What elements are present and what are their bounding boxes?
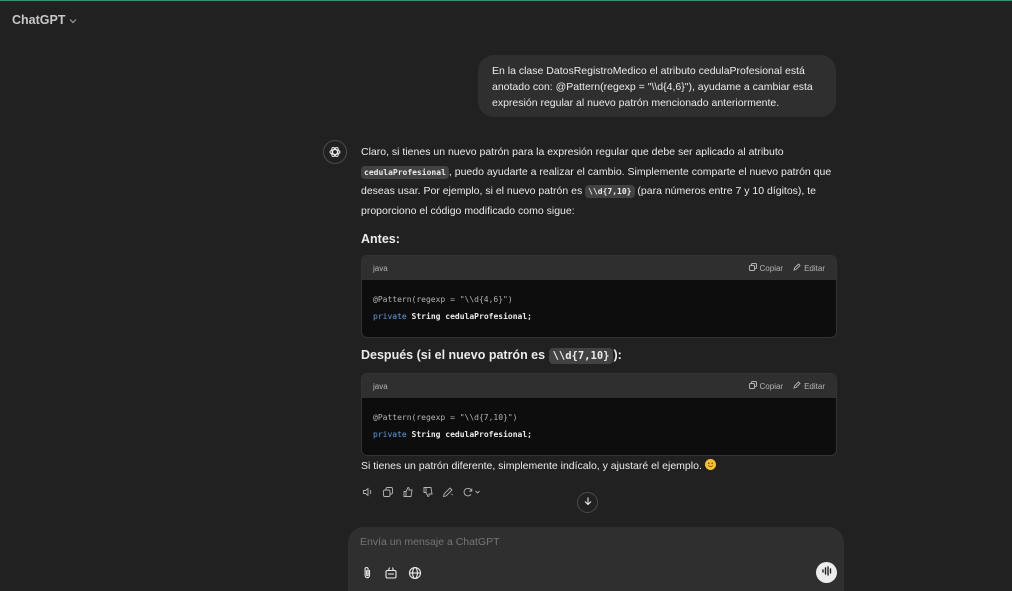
code-type: String [411, 429, 441, 439]
edit-label: Editar [804, 263, 825, 273]
code-type: String [411, 311, 441, 321]
code-block-before: java Copiar Editar @Pattern(regexp = "\\… [361, 255, 837, 338]
user-message-text: En la clase DatosRegistroMedico el atrib… [492, 65, 813, 109]
code-line: @Pattern(regexp = "\\d{4,6}") [373, 295, 513, 304]
tools-icon[interactable] [383, 565, 399, 581]
smiling-emoji-icon [704, 459, 716, 470]
intro-text-1: Claro, si tienes un nuevo patrón para la… [361, 146, 784, 158]
inline-code: \\d{7,10} [585, 185, 635, 198]
arrow-down-icon [583, 496, 593, 509]
model-name: ChatGPT [12, 13, 66, 27]
code-block-after: java Copiar Editar @Pattern(regexp = "\\… [361, 373, 837, 456]
code-lang: java [373, 263, 388, 273]
copy-code-button[interactable]: Copiar [748, 263, 784, 273]
edit-code-button[interactable]: Editar [793, 263, 825, 273]
copy-icon [748, 263, 757, 273]
speaker-icon[interactable] [361, 485, 375, 499]
voice-waveform-icon [821, 566, 833, 579]
message-actions [361, 485, 483, 499]
code-line: @Pattern(regexp = "\\d{7,10}") [373, 413, 518, 422]
heading-after-suffix: ): [613, 348, 622, 362]
code-variable: cedulaProfesional; [445, 429, 532, 439]
globe-icon[interactable] [407, 565, 423, 581]
code-content: @Pattern(regexp = "\\d{7,10}") private S… [362, 398, 836, 455]
scroll-down-button[interactable] [577, 492, 598, 513]
code-keyword: private [373, 311, 407, 321]
code-line: private String cedulaProfesional; [373, 427, 825, 444]
edit-code-button[interactable]: Editar [793, 381, 825, 391]
copy-icon [748, 381, 757, 391]
code-variable: cedulaProfesional; [445, 311, 532, 321]
inline-code: \\d{7,10} [548, 348, 614, 364]
assistant-closing: Si tienes un patrón diferente, simplemen… [361, 459, 716, 472]
edit-icon [793, 381, 801, 391]
paperclip-icon[interactable] [359, 565, 375, 581]
heading-after-text: Después (si el nuevo patrón es [361, 348, 549, 362]
voice-mode-button[interactable] [816, 562, 837, 583]
code-keyword: private [373, 429, 407, 439]
message-input[interactable] [360, 536, 760, 548]
code-block-header: java Copiar Editar [362, 374, 836, 398]
copy-label: Copiar [759, 263, 784, 273]
assistant-message: Claro, si tienes un nuevo patrón para la… [361, 143, 837, 498]
copy-label: Copiar [759, 381, 784, 391]
copy-icon[interactable] [381, 485, 395, 499]
message-composer [348, 527, 844, 591]
user-message: En la clase DatosRegistroMedico el atrib… [478, 55, 836, 117]
code-line: private String cedulaProfesional; [373, 309, 825, 326]
closing-text: Si tienes un patrón diferente, simplemen… [361, 460, 705, 472]
edit-icon[interactable] [441, 485, 455, 499]
copy-code-button[interactable]: Copiar [748, 381, 784, 391]
inline-code: cedulaProfesional [361, 165, 449, 179]
code-content: @Pattern(regexp = "\\d{4,6}") private St… [362, 280, 836, 337]
regenerate-icon[interactable] [461, 485, 483, 499]
heading-after: Después (si el nuevo patrón es \\d{7,10}… [361, 348, 622, 364]
heading-before: Antes: [361, 232, 400, 246]
openai-logo-icon [323, 140, 347, 164]
edit-label: Editar [804, 381, 825, 391]
model-selector[interactable]: ChatGPT [12, 13, 77, 27]
code-block-header: java Copiar Editar [362, 256, 836, 280]
chevron-down-icon [69, 16, 77, 26]
assistant-intro: Claro, si tienes un nuevo patrón para la… [361, 143, 837, 221]
code-lang: java [373, 381, 388, 391]
edit-icon [793, 263, 801, 273]
thumbs-up-icon[interactable] [401, 485, 415, 499]
thumbs-down-icon[interactable] [421, 485, 435, 499]
